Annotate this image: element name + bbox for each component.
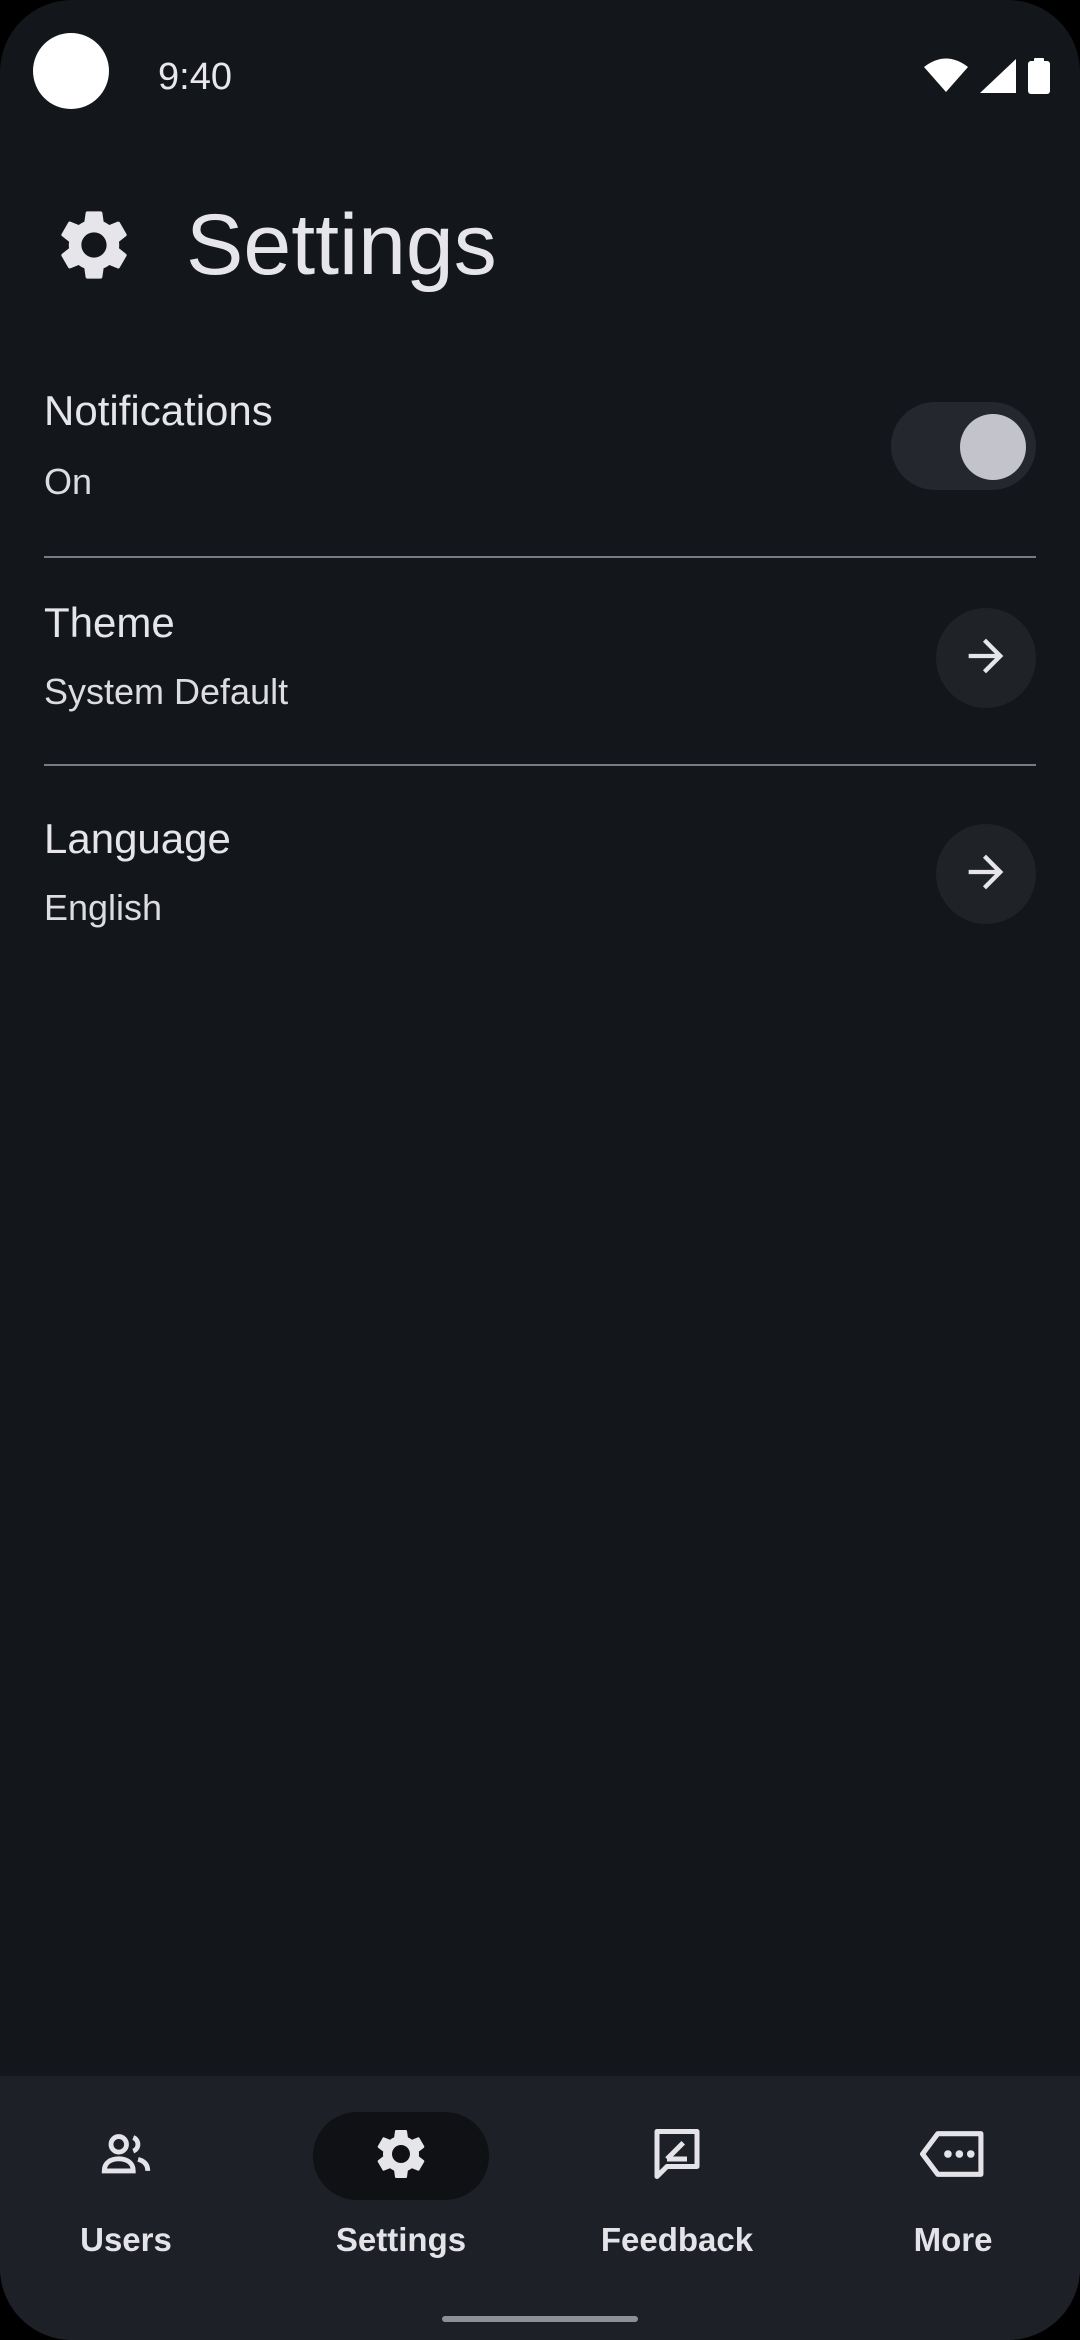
setting-value: English [44, 887, 163, 928]
setting-title: Language [44, 815, 231, 862]
setting-title: Notifications [44, 387, 273, 434]
nav-item-settings[interactable]: Settings [276, 2112, 526, 2262]
feedback-icon [647, 2124, 707, 2189]
settings-list: Notifications On Theme System Default La… [44, 360, 1036, 966]
nav-item-users[interactable]: Users [1, 2112, 251, 2262]
arrow-right-icon [960, 846, 1012, 903]
nav-label: More [913, 2221, 993, 2258]
wifi-icon [924, 58, 968, 94]
page-header: Settings [52, 190, 497, 300]
home-indicator[interactable] [442, 2316, 638, 2322]
nav-item-more[interactable]: More [828, 2112, 1078, 2262]
setting-row-notifications[interactable]: Notifications On [44, 360, 1036, 556]
status-time: 9:40 [158, 56, 232, 98]
phone-screen: 9:40 Settings Notifications On Theme Sys… [0, 0, 1080, 2340]
setting-value: On [44, 461, 93, 502]
cellular-signal-icon [980, 59, 1016, 93]
nav-active-indicator [313, 2112, 489, 2200]
status-bar: 9:40 [0, 0, 1080, 150]
bottom-nav: Users Settings Feedback More [0, 2076, 1080, 2340]
nav-label: Feedback [600, 2221, 754, 2258]
arrow-right-icon [960, 630, 1012, 687]
nav-label: Settings [335, 2221, 467, 2258]
setting-row-language[interactable]: Language English [44, 766, 1036, 966]
nav-item-feedback[interactable]: Feedback [552, 2112, 802, 2262]
nav-icon-container [865, 2112, 1041, 2200]
status-icons [924, 56, 1050, 96]
theme-arrow-button[interactable] [936, 608, 1036, 708]
language-arrow-button[interactable] [936, 824, 1036, 924]
notifications-toggle[interactable] [891, 402, 1036, 490]
battery-icon [1028, 58, 1050, 94]
toggle-knob [960, 414, 1026, 480]
nav-icon-container [38, 2112, 214, 2200]
gear-icon [371, 2124, 431, 2189]
gear-icon [52, 203, 136, 287]
setting-row-theme[interactable]: Theme System Default [44, 558, 1036, 764]
setting-value: System Default [44, 671, 289, 712]
page-title: Settings [186, 197, 497, 293]
front-camera [33, 33, 109, 109]
nav-icon-container [589, 2112, 765, 2200]
setting-title: Theme [44, 599, 175, 646]
more-icon [920, 2127, 986, 2186]
users-icon [97, 2125, 155, 2188]
nav-label: Users [80, 2221, 172, 2258]
